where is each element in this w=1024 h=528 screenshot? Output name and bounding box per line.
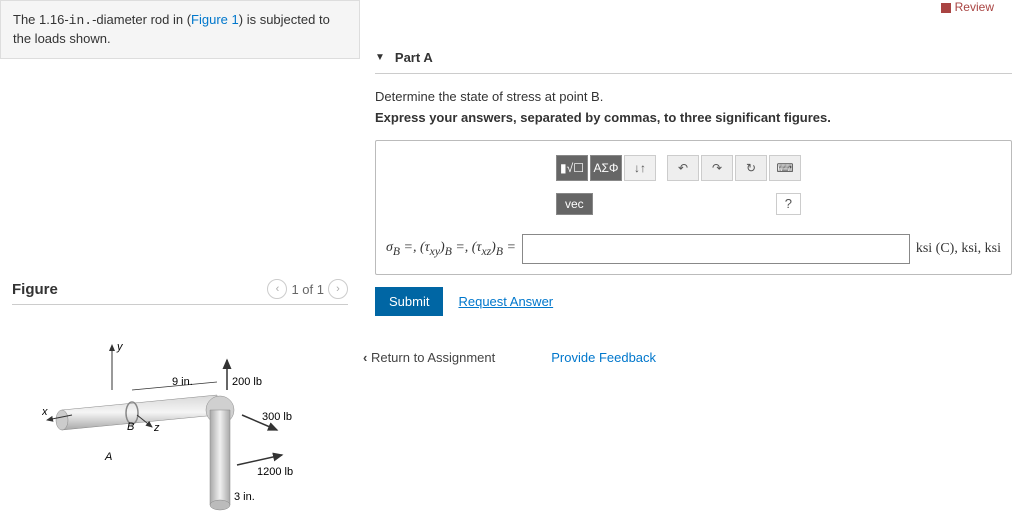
review-icon xyxy=(941,3,951,13)
problem-statement: The 1.16-in.-diameter rod in (Figure 1) … xyxy=(0,0,360,59)
undo-button[interactable]: ↶ xyxy=(667,155,699,181)
review-link[interactable]: Review xyxy=(941,0,994,14)
subscript-button[interactable]: ↓↑ xyxy=(624,155,656,181)
load-1200: 1200 lb xyxy=(257,466,293,478)
problem-prefix: The 1.16- xyxy=(13,12,69,27)
help-button[interactable]: ? xyxy=(776,193,801,215)
chevron-left-icon[interactable]: ‹ xyxy=(267,279,287,299)
review-text: Review xyxy=(955,0,994,14)
equation-toolbar: ▮√☐ ΑΣΦ ↓↑ ↶ ↷ ↻ ⌨ xyxy=(386,151,1001,185)
axis-z-label: z xyxy=(153,422,160,434)
request-answer-link[interactable]: Request Answer xyxy=(458,294,553,309)
part-header[interactable]: ▼ Part A xyxy=(375,50,1012,74)
load-200: 200 lb xyxy=(232,376,262,388)
instruction-bold: Express your answers, separated by comma… xyxy=(375,110,1012,125)
point-b-label: B xyxy=(127,421,134,433)
figure-image: y x z B A 9 in. 3 in. 200 lb 300 lb 1200… xyxy=(12,335,348,528)
figure-title: Figure xyxy=(12,281,58,298)
figure-nav: ‹ 1 of 1 › xyxy=(267,279,348,299)
axis-x-label: x xyxy=(42,406,48,418)
answer-area: ▮√☐ ΑΣΦ ↓↑ ↶ ↷ ↻ ⌨ vec ? σB =, (τxy)B =,… xyxy=(375,140,1012,275)
reset-button[interactable]: ↻ xyxy=(735,155,767,181)
vec-button[interactable]: vec xyxy=(556,193,593,215)
problem-middle: -diameter rod in ( xyxy=(92,12,191,27)
submit-button[interactable]: Submit xyxy=(375,287,443,316)
dim-3in: 3 in. xyxy=(234,491,255,503)
dim-9in: 9 in. xyxy=(172,376,193,388)
axis-y-label: y xyxy=(116,341,124,353)
instruction-text: Determine the state of stress at point B… xyxy=(375,89,1012,104)
figure-nav-label: 1 of 1 xyxy=(291,282,324,297)
greek-button[interactable]: ΑΣΦ xyxy=(590,155,622,181)
templates-button[interactable]: ▮√☐ xyxy=(556,155,588,181)
load-300: 300 lb xyxy=(262,411,292,423)
unit-label: ksi (C), ksi, ksi xyxy=(916,241,1001,257)
problem-unit: in. xyxy=(69,13,92,28)
point-a-label: A xyxy=(104,451,112,463)
return-link[interactable]: Return to Assignment xyxy=(355,346,503,369)
figure-header: Figure ‹ 1 of 1 › xyxy=(12,279,348,305)
answer-input[interactable] xyxy=(522,234,910,264)
chevron-right-icon[interactable]: › xyxy=(328,279,348,299)
figure-link[interactable]: Figure 1 xyxy=(191,12,239,27)
equation-label: σB =, (τxy)B =, (τxz)B = xyxy=(386,240,516,258)
caret-down-icon: ▼ xyxy=(375,52,385,63)
keyboard-button[interactable]: ⌨ xyxy=(769,155,801,181)
feedback-link[interactable]: Provide Feedback xyxy=(543,346,664,369)
part-title: Part A xyxy=(395,50,433,65)
redo-button[interactable]: ↷ xyxy=(701,155,733,181)
